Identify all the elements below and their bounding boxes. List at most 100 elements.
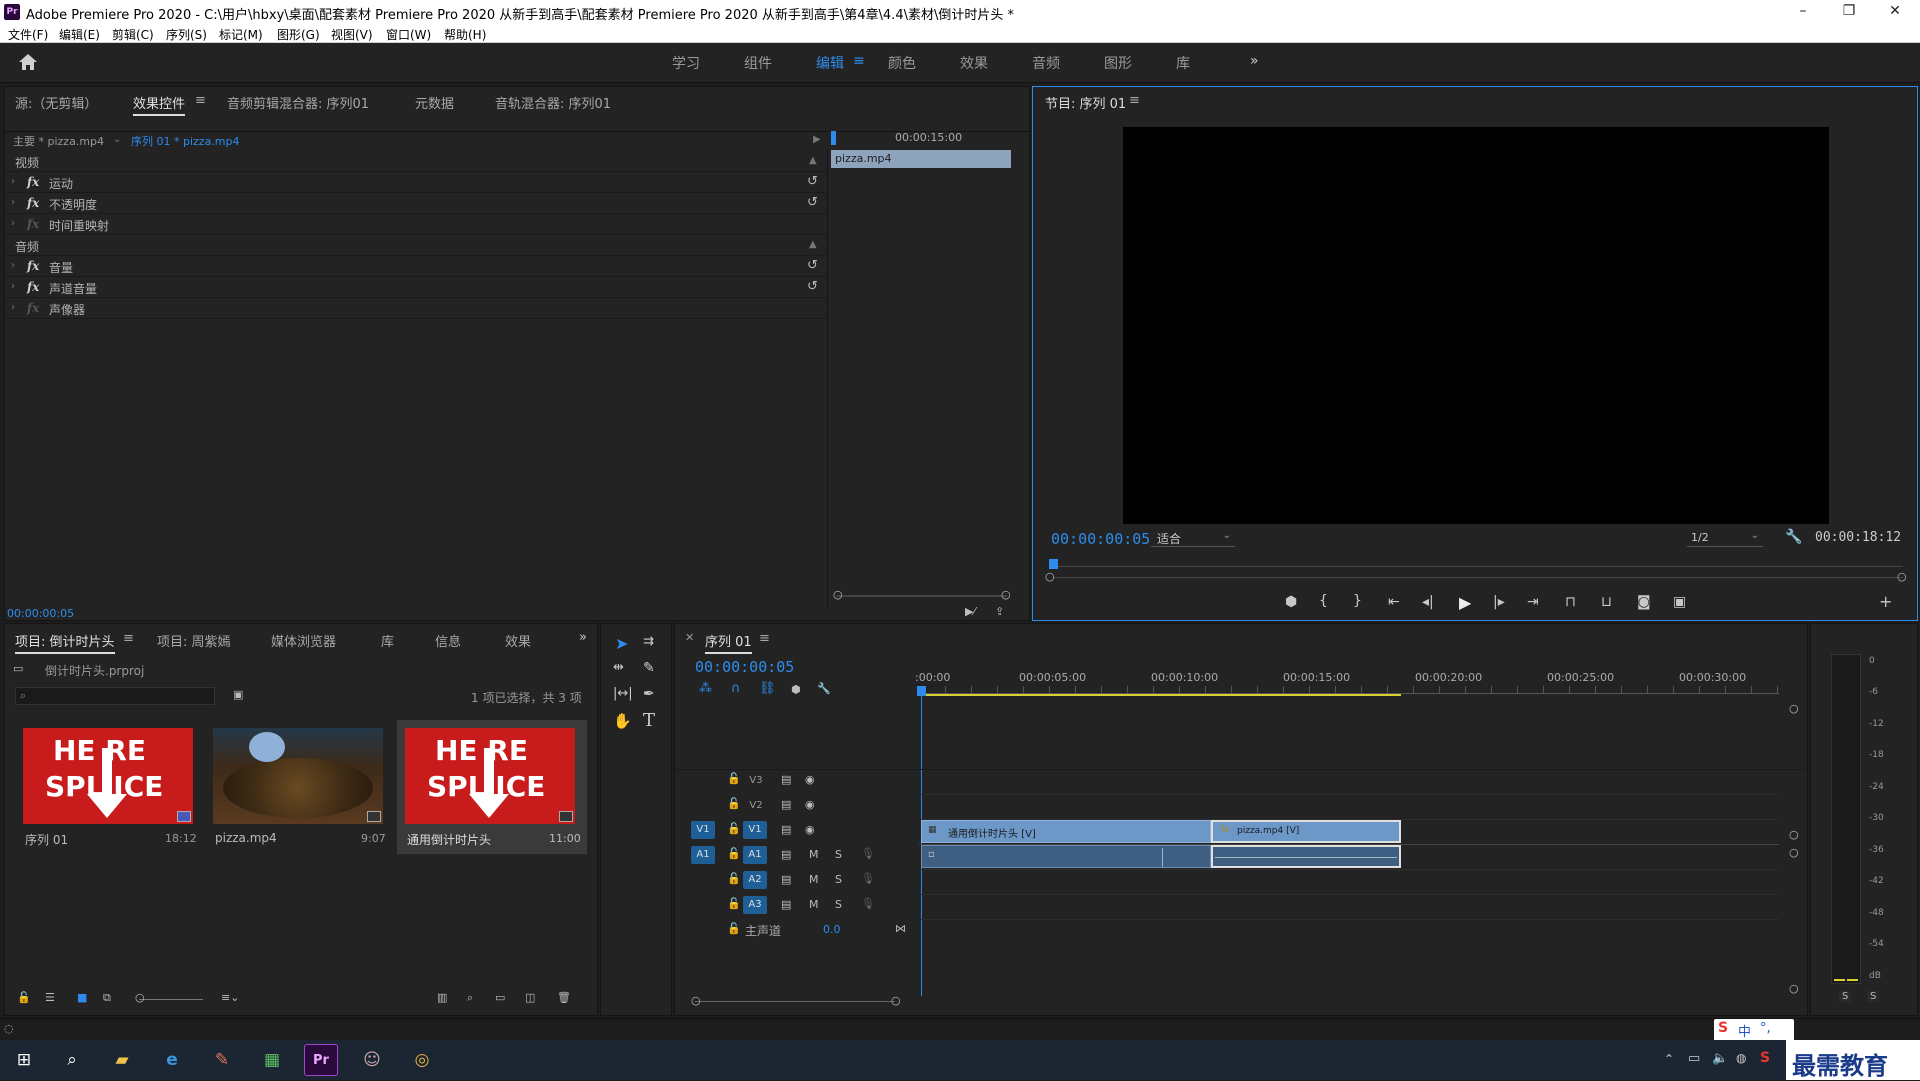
effect-row-motion[interactable]: › fx 运动 ↺ — [5, 172, 825, 193]
trash-icon[interactable]: 🗑 — [557, 991, 571, 1004]
project-search-input[interactable]: ⌕ — [15, 687, 215, 705]
program-viewer[interactable] — [1123, 127, 1829, 524]
solo-button[interactable]: S — [835, 848, 842, 861]
user-avatar-icon[interactable]: ☺ — [356, 1044, 388, 1076]
panel-menu-icon[interactable]: ≡ — [123, 631, 134, 646]
razor-tool-icon[interactable]: ✎ — [643, 660, 655, 676]
workspace-overflow-icon[interactable]: » — [1250, 53, 1259, 69]
expand-icon[interactable]: › — [11, 302, 15, 313]
solo-button[interactable]: S — [835, 898, 842, 911]
hand-tool-icon[interactable]: ✋ — [613, 712, 632, 730]
eye-icon[interactable]: ◉ — [805, 798, 815, 811]
panel-menu-icon[interactable]: ≡ — [759, 631, 770, 646]
workspace-libraries[interactable]: 库 — [1176, 53, 1190, 73]
ime-mode[interactable]: 中 — [1738, 1021, 1751, 1040]
scroll-handle-left-icon[interactable]: ○ — [833, 588, 843, 601]
track-target-v1[interactable]: V1 — [743, 821, 767, 839]
solo-right-button[interactable]: S — [1867, 991, 1880, 1002]
compare-icon[interactable]: ▣ — [1673, 594, 1686, 610]
effect-timecode[interactable]: 00:00:00:05 — [7, 607, 74, 620]
item-name[interactable]: pizza.mp4 — [215, 831, 277, 845]
effect-row-opacity[interactable]: › fx 不透明度 ↺ — [5, 193, 825, 214]
expand-icon[interactable]: › — [11, 218, 15, 229]
expand-icon[interactable]: › — [11, 197, 15, 208]
menu-view[interactable]: 视图(V) — [331, 26, 373, 43]
snap-icon[interactable]: ∩ — [731, 681, 741, 696]
extract-icon[interactable]: ⊔ — [1601, 594, 1612, 610]
track-target-a3[interactable]: A3 — [743, 896, 767, 914]
scroll-handle-icon[interactable]: ○ — [691, 994, 701, 1007]
tab-audio-clip-mixer[interactable]: 音频剪辑混合器: 序列01 — [227, 93, 369, 112]
expand-icon[interactable]: › — [11, 260, 15, 271]
scroll-handle-icon[interactable]: ○ — [1789, 846, 1799, 859]
premiere-taskbar-icon[interactable]: Pr — [304, 1044, 338, 1076]
sort-icon[interactable]: ≡⌄ — [221, 991, 239, 1004]
workspace-learn[interactable]: 学习 — [672, 53, 700, 73]
effect-row-time-remap[interactable]: › fx 时间重映射 — [5, 214, 825, 235]
slider-handle-icon[interactable]: ○ — [135, 991, 145, 1004]
home-icon[interactable] — [18, 53, 38, 71]
effect-zoom-scrollbar[interactable] — [837, 595, 1007, 597]
zoom-handle-left-icon[interactable]: ○ — [1045, 570, 1055, 583]
timeline-tab[interactable]: 序列 01 — [705, 631, 752, 654]
effect-row-panner[interactable]: › fx 声像器 — [5, 298, 825, 319]
overflow-icon[interactable]: » — [579, 630, 587, 645]
reset-icon[interactable]: ↺ — [807, 258, 818, 273]
menu-graphics[interactable]: 图形(G) — [277, 26, 320, 43]
project-item-countdown[interactable]: HE RE SPL ICE — [405, 728, 575, 824]
timeline-timecode[interactable]: 00:00:00:05 — [695, 658, 794, 676]
track-lock-icon[interactable]: 🔓 — [727, 797, 741, 810]
lock-icon[interactable]: 🔓 — [17, 991, 31, 1004]
tab-effect-controls[interactable]: 效果控件 — [133, 93, 186, 116]
menu-file[interactable]: 文件(F) — [8, 26, 48, 43]
track-lock-icon[interactable]: 🔓 — [727, 772, 741, 785]
menu-marker[interactable]: 标记(M) — [219, 26, 263, 43]
program-time-ruler[interactable] — [1053, 555, 1903, 567]
timeline-clip-pizza-audio[interactable] — [1211, 845, 1401, 868]
new-bin-icon[interactable]: ▭ — [495, 991, 505, 1004]
effect-playhead[interactable] — [831, 131, 836, 145]
tab-audio-track-mixer[interactable]: 音轨混合器: 序列01 — [495, 93, 611, 112]
sogou-tray-icon[interactable]: S — [1760, 1050, 1770, 1066]
timeline-clip-countdown-video[interactable]: ▦ 通用倒计时片头 [V] — [921, 820, 1211, 843]
track-lock-icon[interactable]: 🔓 — [727, 922, 741, 935]
menu-window[interactable]: 窗口(W) — [386, 26, 431, 43]
new-item-icon[interactable]: ◫ — [525, 991, 535, 1004]
fx-icon[interactable]: fx — [27, 259, 39, 273]
sync-lock-icon[interactable]: ▤ — [781, 848, 791, 861]
close-tab-icon[interactable]: ✕ — [685, 631, 694, 644]
source-patch-v1[interactable]: V1 — [691, 821, 715, 839]
expand-icon[interactable]: › — [11, 176, 15, 187]
expand-icon[interactable]: › — [11, 281, 15, 292]
menu-clip[interactable]: 剪辑(C) — [112, 26, 154, 43]
automate-to-sequence-icon[interactable]: ▥ — [437, 991, 447, 1004]
sync-lock-icon[interactable]: ▤ — [781, 898, 791, 911]
workspace-color[interactable]: 颜色 — [888, 53, 916, 73]
maximize-button[interactable]: ❐ — [1826, 0, 1872, 24]
menu-sequence[interactable]: 序列(S) — [166, 26, 207, 43]
chevron-down-icon[interactable]: ⌄ — [113, 134, 121, 145]
eye-icon[interactable]: ◉ — [805, 773, 815, 786]
effect-row-channel-volume[interactable]: › fx 声道音量 ↺ — [5, 277, 825, 298]
workspace-audio[interactable]: 音频 — [1032, 53, 1060, 73]
find-icon[interactable]: ⌕ — [467, 991, 473, 1005]
add-button-icon[interactable]: + — [1879, 592, 1892, 611]
reset-icon[interactable]: ↺ — [807, 174, 818, 189]
tab-info[interactable]: 信息 — [435, 631, 461, 650]
mute-button[interactable]: M — [809, 898, 819, 911]
search-icon[interactable]: ⌕ — [56, 1044, 88, 1076]
collapse-icon[interactable]: ▲ — [809, 155, 817, 166]
tab-source[interactable]: 源:（无剪辑） — [15, 93, 97, 112]
tab-menu-icon[interactable]: ≡ — [195, 93, 206, 108]
scroll-handle-icon[interactable]: ○ — [1789, 982, 1799, 995]
timeline-clip-countdown-audio[interactable]: ▫ — [921, 845, 1211, 868]
ime-toolbar[interactable]: S 中 °, — [1714, 1019, 1794, 1041]
filter-playback-icon[interactable]: ▶⁄ — [965, 605, 975, 618]
tab-effects[interactable]: 效果 — [505, 631, 531, 650]
scroll-handle-icon[interactable]: ○ — [1789, 702, 1799, 715]
app-grid-icon[interactable]: ▦ — [256, 1044, 288, 1076]
new-bin-from-search-icon[interactable]: ▣ — [233, 688, 243, 701]
sequence-clip-label[interactable]: 序列 01 * pizza.mp4 — [131, 133, 240, 149]
edge-icon[interactable]: e — [156, 1044, 188, 1076]
track-target-a1[interactable]: A1 — [743, 846, 767, 864]
